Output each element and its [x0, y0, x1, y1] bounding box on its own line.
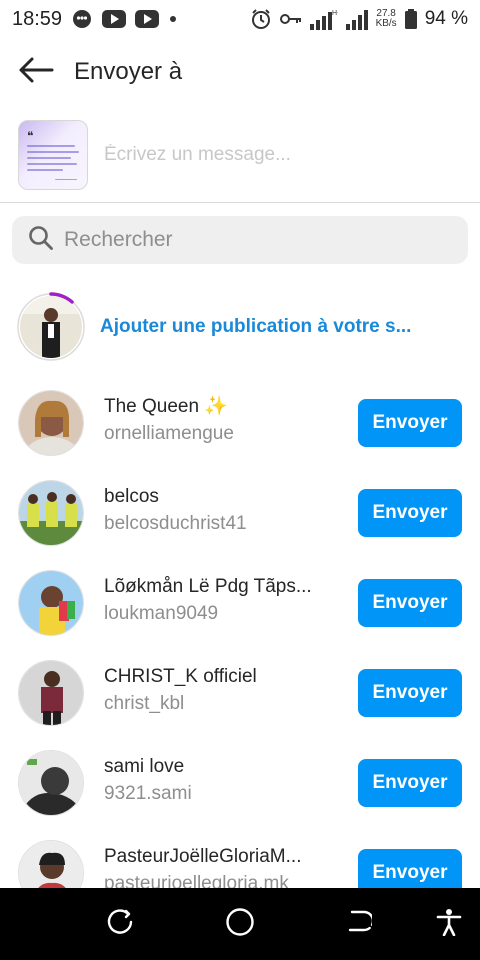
contact-name: belcos — [104, 486, 159, 507]
home-button[interactable] — [222, 906, 258, 942]
list-item[interactable]: sami love 9321.sami Envoyer — [0, 750, 480, 840]
back-button[interactable] — [16, 52, 56, 92]
send-button[interactable]: Envoyer — [358, 759, 462, 807]
contact-name: Lõøkmån Lë Pdg Tãps... — [104, 576, 312, 597]
svg-text:H+: H+ — [332, 10, 338, 17]
search-bar[interactable] — [12, 216, 468, 264]
search-input[interactable] — [64, 220, 468, 260]
battery-percentage: 94 % — [424, 8, 468, 29]
send-button[interactable]: Envoyer — [358, 489, 462, 537]
avatar — [18, 660, 84, 726]
navigation-bar — [0, 888, 480, 960]
network-speed: 27.8 KB/s — [376, 9, 397, 29]
status-bar: 18:59 H+ 27.8 KB/s — [0, 0, 480, 38]
contact-name: sami love — [104, 756, 185, 777]
nav-back-button[interactable] — [340, 906, 376, 942]
page-title: Envoyer à — [74, 58, 183, 85]
own-avatar — [17, 292, 85, 361]
contact-username: ornelliamengue — [104, 423, 234, 444]
contact-name: The Queen ✨ — [104, 396, 229, 417]
list-item[interactable]: Lõøkmån Lë Pdg Tãps... loukman9049 Envoy… — [0, 570, 480, 660]
avatar — [18, 750, 84, 816]
contact-username: loukman9049 — [104, 603, 219, 624]
home-circle-icon — [225, 907, 255, 942]
message-composer: ❝ — [18, 120, 462, 190]
speed-unit: KB/s — [375, 18, 397, 29]
nav-back-icon — [344, 908, 375, 941]
list-item[interactable]: belcos belcosduchrist41 Envoyer — [0, 480, 480, 570]
signal-icon — [345, 8, 368, 30]
avatar — [18, 570, 84, 636]
list-item[interactable]: CHRIST_K officiel christ_kbl Envoyer — [0, 660, 480, 750]
message-input[interactable] — [104, 135, 462, 175]
alarm-icon — [250, 8, 272, 30]
battery-icon — [404, 9, 417, 29]
accessibility-icon — [435, 908, 463, 941]
dot-icon — [168, 14, 178, 24]
quote-icon: ❝ — [27, 129, 34, 143]
accessibility-button[interactable] — [431, 906, 467, 942]
header: Envoyer à — [0, 42, 480, 102]
contact-name: PasteurJoëlleGloriaM... — [104, 846, 302, 867]
contact-username: belcosduchrist41 — [104, 513, 247, 534]
post-thumbnail: ❝ — [18, 120, 88, 190]
recents-button[interactable] — [102, 906, 138, 942]
recents-icon — [106, 908, 134, 941]
status-time: 18:59 — [12, 7, 63, 30]
list-item[interactable]: The Queen ✨ ornelliamengue Envoyer — [0, 390, 480, 480]
key-icon — [279, 12, 302, 26]
youtube-icon — [135, 10, 160, 28]
avatar — [18, 480, 84, 546]
divider — [0, 202, 480, 203]
contact-username: christ_kbl — [104, 693, 185, 714]
send-button[interactable]: Envoyer — [358, 579, 462, 627]
contact-username: 9321.sami — [104, 783, 192, 804]
arrow-left-icon — [18, 56, 54, 89]
send-button[interactable]: Envoyer — [358, 399, 462, 447]
avatar — [18, 390, 84, 456]
add-to-story-label: Ajouter une publication à votre s... — [100, 316, 412, 337]
contact-name: CHRIST_K officiel — [104, 666, 257, 687]
search-icon — [28, 225, 54, 256]
send-button[interactable]: Envoyer — [358, 669, 462, 717]
signal-icon: H+ — [309, 8, 338, 30]
add-to-story-row[interactable]: Ajouter une publication à votre s... — [17, 292, 462, 361]
chat-bubble-icon — [71, 8, 93, 30]
contacts-list: The Queen ✨ ornelliamengue Envoyer belco… — [0, 390, 480, 930]
youtube-icon — [102, 10, 127, 28]
